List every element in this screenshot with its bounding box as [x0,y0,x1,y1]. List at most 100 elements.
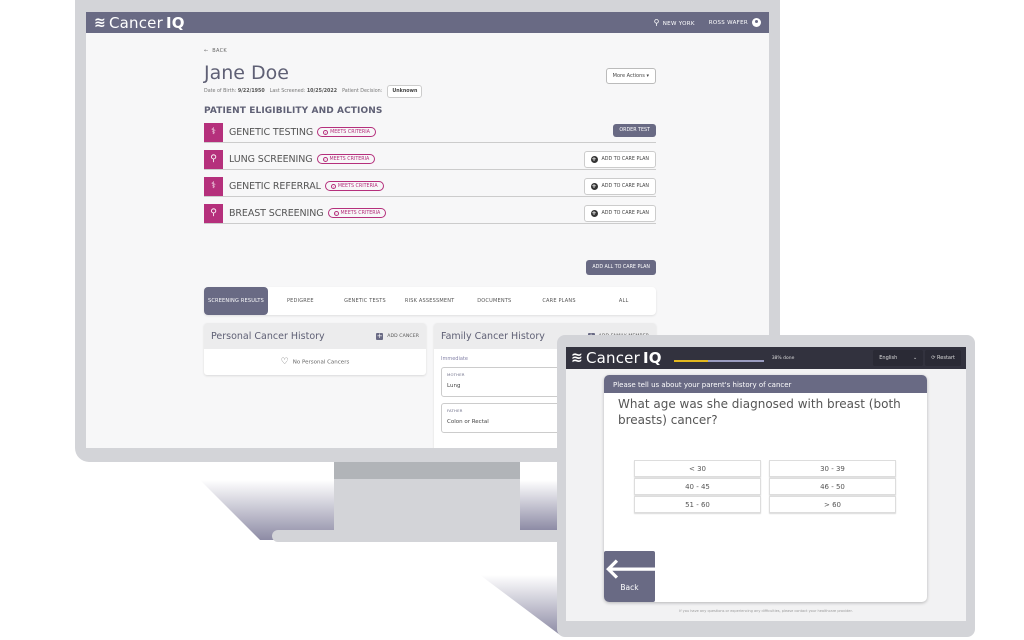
question-section-heading: Please tell us about your parent's histo… [604,375,927,393]
progress-text: 38% done [771,355,795,361]
monitor-stand-neck-top [334,461,520,479]
user-avatar-icon [752,18,761,27]
restart-button[interactable]: ⟳ Restart [925,350,961,366]
add-all-to-care-plan-button[interactable]: ADD ALL TO CARE PLAN [586,260,656,275]
answer-options: < 30 30 - 39 40 - 45 46 - 50 51 - 60 > 6… [634,460,896,513]
footer-note: If you have any questions or experiencin… [679,609,853,613]
logo-text-bold: IQ [165,13,185,32]
more-actions-button[interactable]: More Actions ▾ [605,68,656,84]
last-screened-label: Last Screened: [269,89,306,94]
button-label: ADD TO CARE PLAN [601,157,650,162]
answer-option[interactable]: 40 - 45 [634,478,761,495]
eligibility-row-genetic-referral: ⚕ GENETIC REFERRAL ! MEETS CRITERIA + ADD … [204,176,656,197]
criteria-badge: ! MEETS CRITERIA [324,181,384,191]
tab-risk-assessment[interactable]: RISK ASSESSMENT [397,298,462,304]
heart-icon: ♡ [280,357,289,367]
tab-pedigree[interactable]: PEDIGREE [268,298,333,304]
arrow-left-icon: 🡐 [604,552,680,585]
monitor-stand-base [272,530,562,542]
eligibility-row-genetic-testing: ⚕ GENETIC TESTING ! MEETS CRITERIA ORDER … [204,122,656,143]
last-screened: Last Screened: 10/25/2022 [270,89,337,94]
add-to-care-plan-button[interactable]: + ADD TO CARE PLAN [583,205,656,222]
card-title: Personal Cancer History [211,330,325,342]
answer-option[interactable]: 51 - 60 [634,496,761,513]
empty-state: ♡ No Personal Cancers [204,349,426,375]
location-selector[interactable]: ⚲ NEW YORK [654,18,695,27]
criteria-badge-text: MEETS CRITERIA [337,183,378,189]
question-card: Please tell us about your parent's histo… [604,375,927,602]
answer-option[interactable]: > 60 [769,496,896,513]
tab-documents[interactable]: DOCUMENTS [462,298,527,304]
tab-all[interactable]: ALL [591,298,656,304]
add-to-care-plan-button[interactable]: + ADD TO CARE PLAN [583,151,656,168]
criteria-badge: ! MEETS CRITERIA [327,208,387,218]
criteria-badge: ! MEETS CRITERIA [317,127,376,137]
app-header: ≋ Cancer IQ ⚲ NEW YORK ROSS WAFER [86,12,769,33]
patient-meta: Date of Birth: 9/22/1950 Last Screened: … [204,85,656,98]
criteria-badge: ! MEETS CRITERIA [316,154,376,164]
logo: ≋ Cancer IQ [571,349,662,367]
empty-state-text: No Personal Cancers [292,359,350,366]
progress-fill [673,360,708,362]
logo-text-bold: IQ [642,349,662,367]
dob-label: Date of Birth: [204,89,237,94]
card-title: Family Cancer History [441,330,545,342]
header-right: ⚲ NEW YORK ROSS WAFER [654,18,761,27]
dna-icon: ⚕ [204,176,223,196]
logo-text: Cancer [108,13,163,32]
info-icon: ! [333,210,339,216]
criteria-badge-text: MEETS CRITERIA [329,156,370,162]
tablet-screen: ≋ Cancer IQ 38% done English ⌄ ⟳ Restart … [566,347,966,621]
tab-care-plans[interactable]: CARE PLANS [527,298,592,304]
answer-option[interactable]: 30 - 39 [769,460,896,477]
dob-value: 9/22/1950 [237,89,265,94]
plus-circle-icon: + [590,210,598,217]
criteria-badge-text: MEETS CRITERIA [330,129,370,135]
patient-decision-badge[interactable]: Unknown [387,85,423,98]
tab-genetic-tests[interactable]: GENETIC TESTS [333,298,398,304]
add-to-care-plan-button[interactable]: + ADD TO CARE PLAN [583,178,656,195]
eligibility-row-breast-screening: ⚲ BREAST SCREENING ! MEETS CRITERIA + ADD … [204,203,656,224]
dob: Date of Birth: 9/22/1950 [204,89,265,94]
button-label: ADD CANCER [387,333,419,339]
answer-option[interactable]: 46 - 50 [769,478,896,495]
logo-mark-icon: ≋ [94,14,106,31]
back-button[interactable]: 🡐 Back [604,551,680,602]
person-search-icon: ⚲ [204,149,223,169]
marketing-composite: ≋ Cancer IQ ⚲ NEW YORK ROSS WAFER ← BACK … [0,0,1024,640]
criteria-badge-text: MEETS CRITERIA [340,210,381,216]
stand-shadow [520,480,560,530]
add-cancer-button[interactable]: + ADD CANCER [376,331,419,340]
info-icon: ! [322,156,328,162]
question-text: What age was she diagnosed with breast (… [618,397,901,427]
logo-mark-icon: ≋ [571,350,583,366]
tablet-shadow [480,575,560,635]
chevron-down-icon: ⌄ [913,355,918,361]
patient-content: ← BACK More Actions ▾ Jane Doe Date of B… [204,33,656,448]
logo-text: Cancer [585,349,640,367]
order-test-button[interactable]: ORDER TEST [613,124,656,137]
back-link[interactable]: ← BACK [204,48,656,54]
button-label: ADD TO CARE PLAN [601,211,650,216]
language-value: English [879,355,898,361]
plus-circle-icon: + [590,156,598,163]
user-menu[interactable]: ROSS WAFER [709,18,761,27]
button-label: ADD TO CARE PLAN [601,184,650,189]
eligibility-label: GENETIC REFERRAL [229,180,321,192]
answer-option[interactable]: < 30 [634,460,761,477]
plus-square-icon: + [376,331,384,340]
plus-circle-icon: + [590,183,598,190]
eligibility-label: LUNG SCREENING [229,153,313,165]
progress-bar [673,360,764,362]
decision-label: Patient Decision: [342,89,383,94]
tab-screening-results[interactable]: SCREENING RESULTS [204,287,268,315]
patient-name: Jane Doe [204,62,289,84]
last-screened-value: 10/25/2022 [306,89,338,94]
logo[interactable]: ≋ Cancer IQ [94,14,185,32]
patient-tabs: SCREENING RESULTS PEDIGREE GENETIC TESTS… [204,287,656,315]
eligibility-label: BREAST SCREENING [229,207,324,219]
user-name: ROSS WAFER [708,20,748,26]
language-select[interactable]: English ⌄ [873,350,924,366]
restart-label: Restart [937,355,955,361]
person-search-icon: ⚲ [204,203,223,223]
